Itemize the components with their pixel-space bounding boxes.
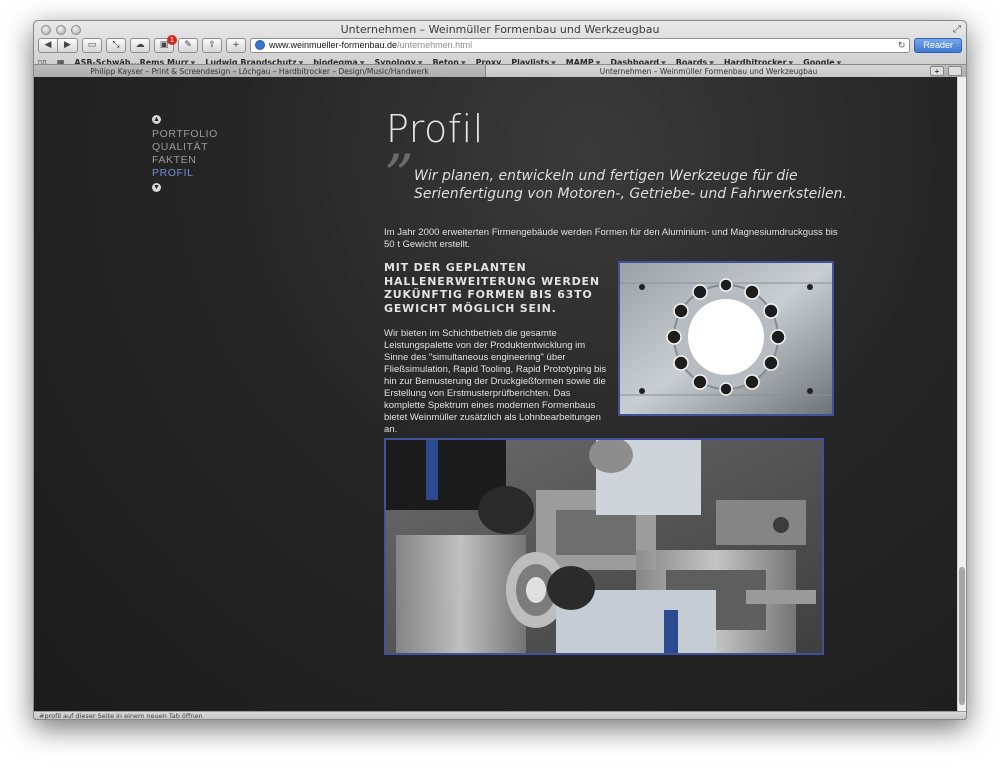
nav-item-qualitaet[interactable]: QUALITÄT	[152, 141, 218, 154]
tab-overview-button[interactable]	[948, 66, 962, 76]
nav-item-fakten[interactable]: FAKTEN	[152, 154, 218, 167]
forward-arrow-icon: ▶	[64, 40, 71, 50]
workers-illustration	[386, 440, 822, 653]
toolbar: ◀ ▶ ▭ ⤡ ☁ ▣ 1 ✎ ⇪ + www.weinmueller-form…	[38, 34, 962, 54]
nav-item-profil[interactable]: PROFIL	[152, 167, 218, 180]
scrollbar-thumb[interactable]	[959, 567, 965, 705]
window-title: Unternehmen – Weinmüller Formenbau und W…	[340, 23, 660, 36]
resize-icon: ⤡	[112, 40, 120, 50]
tools-button[interactable]: ✎	[178, 37, 198, 53]
page-viewport: ▲ PORTFOLIO QUALITÄT FAKTEN PROFIL ▼ Pro…	[34, 77, 959, 713]
side-navigation: ▲ PORTFOLIO QUALITÄT FAKTEN PROFIL ▼	[152, 115, 218, 192]
scroll-down-arrow-icon[interactable]: ▼	[152, 183, 161, 192]
add-bookmark-button[interactable]: +	[226, 37, 246, 53]
back-arrow-icon: ◀	[44, 40, 52, 50]
history-nav: ◀ ▶	[38, 37, 78, 53]
sidebar-toggle-button[interactable]: ▭	[82, 37, 102, 53]
intro-paragraph: Im Jahr 2000 erweiterten Firmengebäude w…	[384, 227, 838, 250]
globe-icon	[255, 40, 265, 50]
mold-part-illustration	[620, 263, 832, 414]
cloud-icon: ☁	[135, 40, 145, 50]
tab-bar: Philipp Kayser – Print & Screendesign – …	[34, 64, 966, 78]
vertical-scrollbar[interactable]	[957, 77, 966, 713]
url-host: www.weinmueller-formenbau.de	[269, 40, 398, 50]
quote-text: Wir planen, entwickeln und fertigen Werk…	[414, 168, 847, 202]
browser-chrome: Unternehmen – Weinmüller Formenbau und W…	[34, 21, 966, 78]
notification-badge: 1	[167, 34, 177, 45]
cloud-tabs-button[interactable]: ☁	[130, 37, 150, 53]
back-button[interactable]: ◀	[38, 37, 58, 53]
browser-window: Unternehmen – Weinmüller Formenbau und W…	[33, 20, 967, 720]
body-paragraph: Wir bieten im Schichtbetrieb die gesamte…	[384, 328, 607, 435]
fullscreen-icon[interactable]: ⤢	[953, 24, 961, 35]
scroll-up-arrow-icon[interactable]: ▲	[152, 115, 161, 124]
mold-part-image	[618, 261, 834, 416]
wrench-icon: ✎	[184, 40, 192, 50]
quote-mark-icon: ”	[384, 142, 414, 210]
nav-list: PORTFOLIO QUALITÄT FAKTEN PROFIL	[152, 128, 218, 180]
forward-button[interactable]: ▶	[58, 37, 78, 53]
section-headline: Mit der geplanten Hallenerweiterung werd…	[384, 261, 600, 315]
sidebar-icon: ▭	[87, 40, 97, 50]
new-tab-button[interactable]: +	[930, 66, 944, 76]
share-button[interactable]: ⇪	[202, 37, 222, 53]
nav-item-portfolio[interactable]: PORTFOLIO	[152, 128, 218, 141]
share-icon: ⇪	[208, 40, 216, 50]
workers-photo	[384, 438, 824, 655]
url-path: /unternehmen.html	[397, 40, 473, 50]
extension-button[interactable]: ▣ 1	[154, 34, 177, 53]
status-bar: #profil auf dieser Seite in einem neuen …	[34, 711, 966, 719]
reader-button[interactable]: Reader	[914, 37, 962, 53]
resize-button[interactable]: ⤡	[106, 37, 126, 53]
reload-icon[interactable]: ↻	[898, 40, 906, 51]
address-bar[interactable]: www.weinmueller-formenbau.de /unternehme…	[250, 37, 911, 53]
